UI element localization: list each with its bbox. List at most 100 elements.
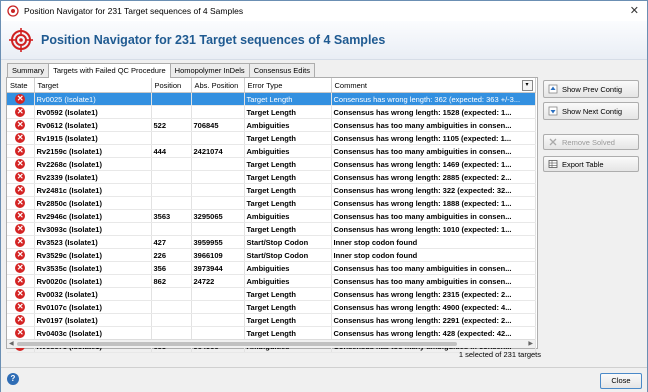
- error-state-icon: ✕: [15, 172, 26, 182]
- error-type-cell: Ambiguities: [244, 144, 332, 158]
- table-header-row: State Target Position Abs. Position Erro…: [7, 78, 536, 93]
- comment-cell: Consensus has wrong length: 1010 (expect…: [331, 222, 536, 236]
- target-cell: Rv0020c (Isolate1): [34, 274, 152, 288]
- state-cell: ✕: [7, 261, 35, 275]
- target-cell: Rv0592 (Isolate1): [34, 105, 152, 119]
- table-row[interactable]: ✕ Rv0612 (Isolate1) 522 706845 Ambiguities Co…: [7, 118, 536, 132]
- position-cell: 444: [151, 144, 192, 158]
- table-row[interactable]: ✕ Rv0025 (Isolate1) Target Length Consensus…: [7, 92, 536, 106]
- column-header-abs-position[interactable]: Abs. Position: [191, 78, 245, 93]
- horizontal-scrollbar[interactable]: ◀ ▶: [7, 339, 535, 348]
- show-prev-contig-button[interactable]: Show Prev Contig: [543, 80, 639, 98]
- export-table-icon: [548, 160, 558, 168]
- error-state-icon: ✕: [15, 276, 26, 286]
- table-row[interactable]: ✕ Rv2159c (Isolate1) 444 2421074 Ambiguities…: [7, 144, 536, 158]
- abs-position-cell: 3973944: [191, 261, 245, 275]
- export-table-label: Export Table: [562, 159, 604, 169]
- state-cell: ✕: [7, 222, 35, 236]
- error-type-cell: Target Length: [244, 313, 332, 327]
- help-icon[interactable]: ?: [7, 373, 19, 385]
- state-cell: ✕: [7, 92, 35, 106]
- column-header-comment[interactable]: Comment ▾: [331, 78, 536, 93]
- abs-position-cell: 24722: [191, 274, 245, 288]
- arrow-up-icon: [548, 84, 558, 94]
- tab-summary[interactable]: Summary: [7, 63, 50, 77]
- table-row[interactable]: ✕ Rv3529c (Isolate1) 226 3966109 Start/Stop …: [7, 248, 536, 262]
- comment-cell: Consensus has wrong length: 1888 (expect…: [331, 196, 536, 210]
- target-cell: Rv3529c (Isolate1): [34, 248, 152, 262]
- scroll-left-icon[interactable]: ◀: [9, 340, 14, 347]
- target-cell: Rv0197 (Isolate1): [34, 313, 152, 327]
- error-type-cell: Ambiguities: [244, 261, 332, 275]
- close-window-button[interactable]: ✕: [630, 5, 639, 17]
- abs-position-cell: [191, 300, 245, 314]
- column-chooser-icon[interactable]: ▾: [521, 80, 533, 91]
- target-cell: Rv3523 (Isolate1): [34, 235, 152, 249]
- table-row[interactable]: ✕ Rv3535c (Isolate1) 356 3973944 Ambiguities…: [7, 261, 536, 275]
- comment-cell: Consensus has wrong length: 428 (expecte…: [331, 326, 536, 340]
- table-row[interactable]: ✕ Rv3093c (Isolate1) Target Length Consensu…: [7, 222, 536, 236]
- show-next-contig-button[interactable]: Show Next Contig: [543, 102, 639, 120]
- scrollbar-thumb[interactable]: [17, 342, 457, 346]
- table-row[interactable]: ✕ Rv1915 (Isolate1) Target Length Consensus…: [7, 131, 536, 145]
- target-cell: Rv0025 (Isolate1): [34, 92, 152, 106]
- scroll-right-icon[interactable]: ▶: [528, 340, 533, 347]
- error-type-cell: Target Length: [244, 300, 332, 314]
- table-row[interactable]: ✕ Rv2850c (Isolate1) Target Length Consensu…: [7, 196, 536, 210]
- table-row[interactable]: ✕ Rv0107c (Isolate1) Target Length Consensu…: [7, 300, 536, 314]
- table-row[interactable]: ✕ Rv0197 (Isolate1) Target Length Consensus…: [7, 313, 536, 327]
- comment-cell: Consensus has too many ambiguities in co…: [331, 274, 536, 288]
- column-header-error-type[interactable]: Error Type: [244, 78, 332, 93]
- target-cell: Rv0612 (Isolate1): [34, 118, 152, 132]
- state-cell: ✕: [7, 235, 35, 249]
- table-row[interactable]: ✕ Rv0032 (Isolate1) Target Length Consensus…: [7, 287, 536, 301]
- target-icon: [7, 5, 19, 17]
- tab-homopolymer-indels[interactable]: Homopolymer InDels: [169, 63, 250, 77]
- table-row[interactable]: ✕ Rv3523 (Isolate1) 427 3959955 Start/Stop C…: [7, 235, 536, 249]
- target-cell: Rv2946c (Isolate1): [34, 209, 152, 223]
- error-type-cell: Target Length: [244, 105, 332, 119]
- table-row[interactable]: ✕ Rv2481c (Isolate1) Target Length Consensu…: [7, 183, 536, 197]
- abs-position-cell: [191, 183, 245, 197]
- state-cell: ✕: [7, 248, 35, 262]
- table-row[interactable]: ✕ Rv2946c (Isolate1) 3563 3295065 Ambiguitie…: [7, 209, 536, 223]
- abs-position-cell: [191, 92, 245, 106]
- export-table-button[interactable]: Export Table: [543, 156, 639, 172]
- state-cell: ✕: [7, 287, 35, 301]
- state-cell: ✕: [7, 300, 35, 314]
- error-state-icon: ✕: [15, 224, 26, 234]
- title-bar: Position Navigator for 231 Target sequen…: [1, 1, 647, 21]
- dialog-footer: ? Close: [1, 367, 647, 392]
- column-header-target[interactable]: Target: [34, 78, 152, 93]
- table-row[interactable]: ✕ Rv2339 (Isolate1) Target Length Consensus…: [7, 170, 536, 184]
- error-state-icon: ✕: [15, 159, 26, 169]
- column-header-state[interactable]: State: [7, 78, 35, 93]
- abs-position-cell: [191, 313, 245, 327]
- target-cell: Rv0032 (Isolate1): [34, 287, 152, 301]
- tab-failed-qc[interactable]: Targets with Failed QC Procedure: [48, 63, 171, 78]
- dialog-header: Position Navigator for 231 Target sequen…: [1, 21, 647, 60]
- column-header-position[interactable]: Position: [151, 78, 192, 93]
- remove-solved-button[interactable]: Remove Solved: [543, 134, 639, 150]
- target-cell: Rv2850c (Isolate1): [34, 196, 152, 210]
- comment-cell: Consensus has too many ambiguities in co…: [331, 118, 536, 132]
- error-state-icon: ✕: [15, 211, 26, 221]
- error-type-cell: Ambiguities: [244, 274, 332, 288]
- window-title: Position Navigator for 231 Target sequen…: [24, 6, 244, 16]
- position-cell: [151, 183, 192, 197]
- state-cell: ✕: [7, 144, 35, 158]
- position-cell: [151, 131, 192, 145]
- error-state-icon: ✕: [15, 263, 26, 273]
- table-row[interactable]: ✕ Rv0020c (Isolate1) 862 24722 Ambiguities Co…: [7, 274, 536, 288]
- target-cell: Rv3093c (Isolate1): [34, 222, 152, 236]
- state-cell: ✕: [7, 274, 35, 288]
- table-row[interactable]: ✕ Rv0403c (Isolate1) Target Length Consensu…: [7, 326, 536, 340]
- table-row[interactable]: ✕ Rv0592 (Isolate1) Target Length Consensus…: [7, 105, 536, 119]
- selection-status: 1 selected of 231 targets: [458, 350, 541, 359]
- tab-consensus-edits[interactable]: Consensus Edits: [248, 63, 315, 77]
- table-row[interactable]: ✕ Rv2268c (Isolate1) Target Length Consensu…: [7, 157, 536, 171]
- close-button[interactable]: Close: [600, 373, 642, 389]
- error-type-cell: Target Length: [244, 287, 332, 301]
- position-cell: [151, 105, 192, 119]
- error-state-icon: ✕: [15, 328, 26, 338]
